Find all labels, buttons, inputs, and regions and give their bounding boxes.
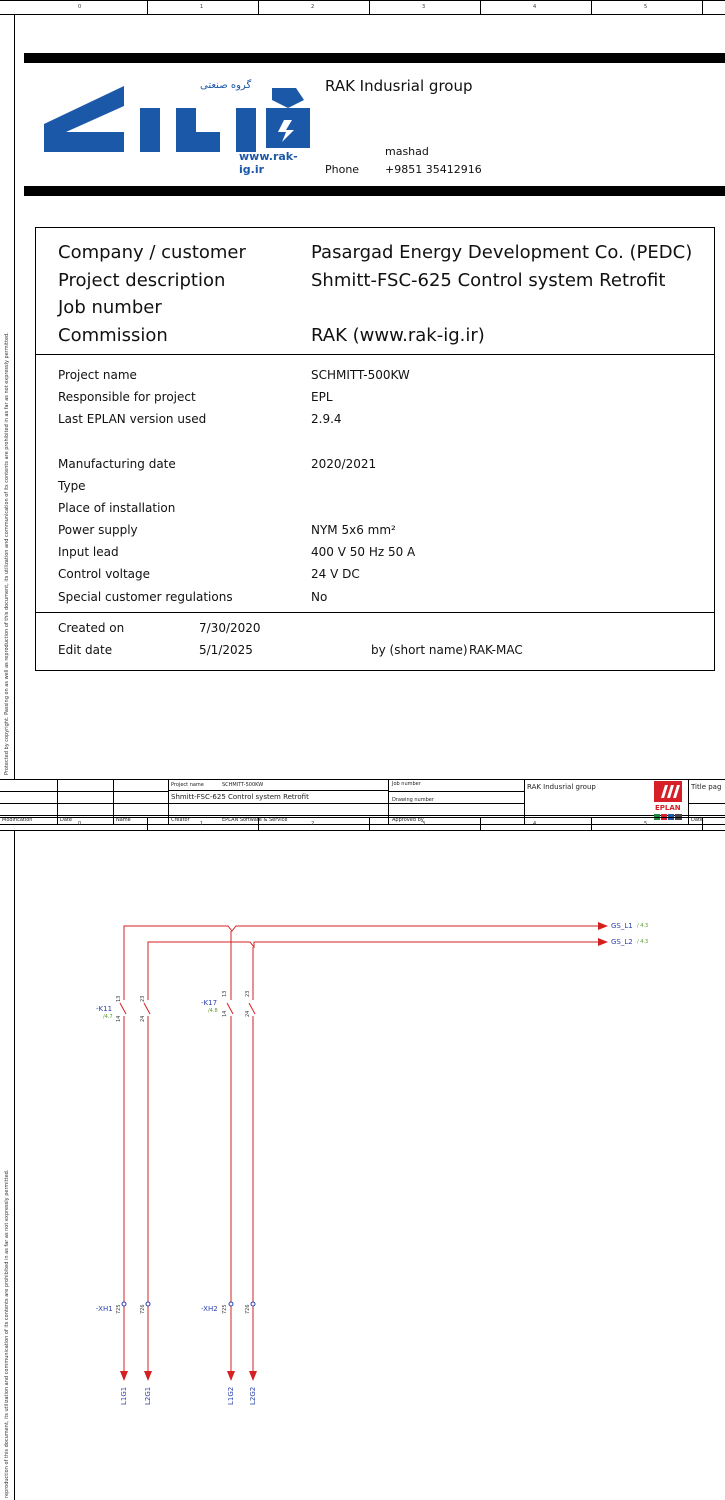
k17-label: -K17 [201, 999, 218, 1007]
k11-contact-24: 24 [140, 1015, 146, 1022]
xh2-terminal-725: 725 [222, 1304, 228, 1314]
k11-ref: /4.7 [103, 1014, 113, 1020]
k17-contact-14: 14 [222, 1010, 228, 1017]
k17-contact-13: 13 [222, 990, 228, 997]
k17-contact-24: 24 [245, 1010, 251, 1017]
xh1-label: -XH1 [96, 1305, 113, 1313]
schematic-diagram [119, 922, 608, 1381]
k17-ref: /4.8 [208, 1008, 218, 1014]
xh1-terminal-725: 725 [116, 1304, 122, 1314]
xh1-terminal-726: 726 [140, 1304, 146, 1314]
output-gs-l1-ref: / 4.3 [637, 923, 649, 929]
ref-l2g1: L2G1 [144, 1386, 152, 1405]
k11-contact-13: 13 [116, 995, 122, 1002]
ref-l1g2: L1G2 [227, 1386, 235, 1405]
ref-l2g2: L2G2 [249, 1386, 257, 1405]
arrow-heads [120, 922, 608, 1381]
output-gs-l1: GS_L1 [611, 922, 633, 930]
xh2-label: -XH2 [201, 1305, 218, 1313]
k11-contact-14: 14 [116, 1015, 122, 1022]
output-gs-l2: GS_L2 [611, 938, 633, 946]
k17-contact-23: 23 [245, 990, 251, 997]
k11-label: -K11 [96, 1005, 113, 1013]
wiring [123, 925, 598, 1371]
k11-contact-23: 23 [140, 995, 146, 1002]
output-gs-l2-ref: / 4.3 [637, 939, 649, 945]
xh2-terminal-726: 726 [245, 1304, 251, 1314]
ref-l1g1: L1G1 [120, 1386, 128, 1405]
